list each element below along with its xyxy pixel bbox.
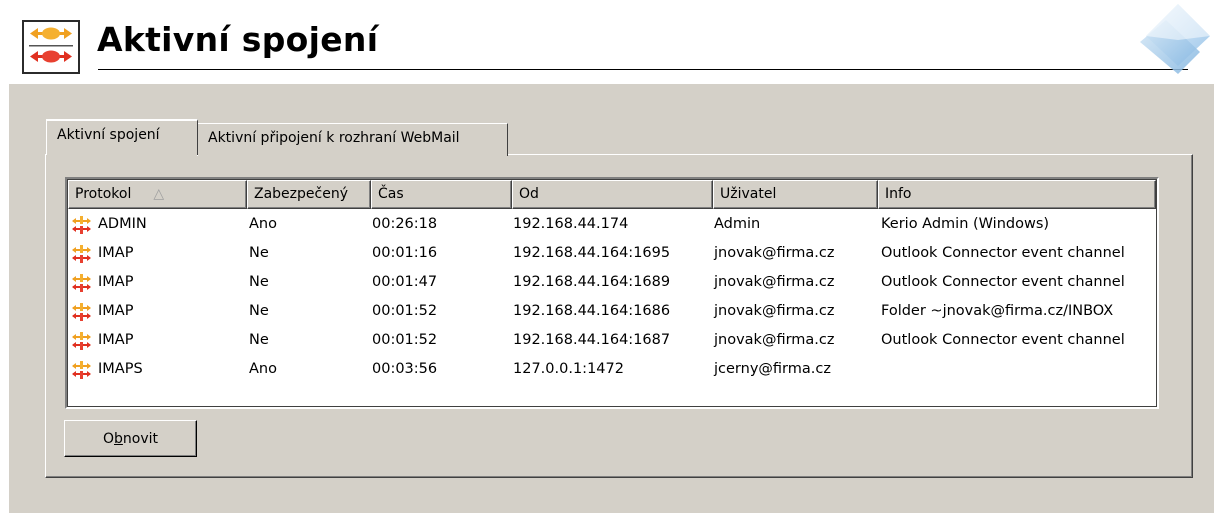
column-header-protokol[interactable]: Protokol △ [68,180,247,209]
cell-secured: Ne [249,332,269,348]
cell-from: 192.168.44.164:1686 [513,303,671,319]
tab-active-connections[interactable]: Aktivní spojení [46,119,198,155]
column-header-info[interactable]: Info [878,180,1156,209]
refresh-button[interactable]: Obnovit [64,420,197,457]
cell-info: Outlook Connector event channel [881,245,1125,261]
table-header: Protokol △ Zabezpečený Čas Od Uživatel In… [68,180,1156,209]
cell-info: Outlook Connector event channel [881,332,1125,348]
table-row[interactable]: IMAPS Ano 00:03:56 127.0.0.1:1472 jcerny@fir… [68,355,1156,384]
title-divider [98,69,1188,70]
protocol-connection-icon [72,332,91,350]
refresh-label-accelerator: b [114,430,123,447]
cell-time: 00:26:18 [372,216,438,232]
protocol-connection-icon [72,274,91,292]
refresh-label-part: novit [122,430,159,447]
cell-from: 192.168.44.164:1689 [513,274,671,290]
brand-logo-icon [1140,4,1210,74]
cell-secured: Ne [249,274,269,290]
table-row[interactable]: IMAP Ne 00:01:52 192.168.44.164:1687 jnovak@… [68,326,1156,355]
cell-from: 192.168.44.174 [513,216,629,232]
connections-icon [22,20,80,74]
protocol-connection-icon [72,361,91,379]
cell-user: jnovak@firma.cz [714,332,835,348]
table-row[interactable]: IMAP Ne 00:01:52 192.168.44.164:1686 jnovak@… [68,297,1156,326]
protocol-connection-icon [72,303,91,321]
cell-protocol: IMAP [98,245,134,261]
cell-secured: Ano [249,216,277,232]
cell-from: 192.168.44.164:1695 [513,245,671,261]
cell-protocol: IMAP [98,303,134,319]
cell-user: jcerny@firma.cz [714,361,831,377]
table-row[interactable]: IMAP Ne 00:01:16 192.168.44.164:1695 jnovak@… [68,239,1156,268]
cell-protocol: ADMIN [98,216,147,232]
cell-secured: Ne [249,245,269,261]
table-row[interactable]: ADMIN Ano 00:26:18 192.168.44.174 Admin Kerio… [68,210,1156,239]
cell-time: 00:03:56 [372,361,438,377]
cell-time: 00:01:52 [372,303,438,319]
cell-protocol: IMAP [98,274,134,290]
cell-info: Folder ~jnovak@firma.cz/INBOX [881,303,1114,319]
cell-user: jnovak@firma.cz [714,274,835,290]
cell-time: 00:01:52 [372,332,438,348]
cell-secured: Ne [249,303,269,319]
refresh-label-part: O [102,430,115,447]
cell-from: 127.0.0.1:1472 [513,361,624,377]
column-header-od[interactable]: Od [512,180,713,209]
page-title: Aktivní spojení [97,20,379,59]
tab-webmail-connections[interactable]: Aktivní připojení k rozhraní WebMail [197,123,508,156]
table-row[interactable]: IMAP Ne 00:01:47 192.168.44.164:1689 jnovak@… [68,268,1156,297]
header: Aktivní spojení [0,0,1214,84]
column-label: Protokol [75,186,132,202]
cell-user: Admin [714,216,761,232]
content-area: Aktivní připojení k rozhraní WebMail Akt… [9,84,1214,513]
cell-from: 192.168.44.164:1687 [513,332,671,348]
cell-time: 00:01:47 [372,274,438,290]
cell-protocol: IMAPS [98,361,143,377]
column-header-zabezpeceny[interactable]: Zabezpečený [247,180,371,209]
cell-secured: Ano [249,361,277,377]
cell-user: jnovak@firma.cz [714,245,835,261]
protocol-connection-icon [72,216,91,234]
column-header-uzivatel[interactable]: Uživatel [713,180,878,209]
protocol-connection-icon [72,245,91,263]
cell-user: jnovak@firma.cz [714,303,835,319]
cell-time: 00:01:16 [372,245,438,261]
cell-info: Kerio Admin (Windows) [881,216,1050,232]
cell-info: Outlook Connector event channel [881,274,1125,290]
connections-table: Protokol △ Zabezpečený Čas Od Uživatel In… [65,177,1159,409]
column-header-cas[interactable]: Čas [371,180,512,209]
cell-protocol: IMAP [98,332,134,348]
sort-ascending-icon: △ [153,186,165,202]
